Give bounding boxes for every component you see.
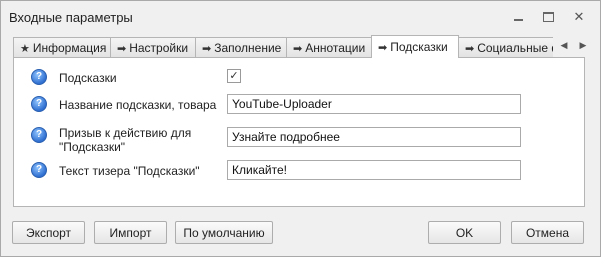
arrow-right-icon: ➡: [465, 43, 475, 55]
star-icon: ★: [20, 43, 30, 55]
dialog-window: Входные параметры ✕ ★ Информация ➡ Настрой…: [0, 0, 601, 257]
teaser-input[interactable]: [227, 160, 521, 180]
hints-label: Подсказки: [59, 71, 117, 85]
arrow-right-icon: ➡: [202, 43, 212, 55]
tab-strip: ★ Информация ➡ Настройки ➡ Заполнение ➡ Анно…: [13, 35, 553, 58]
close-button[interactable]: ✕: [570, 8, 588, 26]
tab-label: Заполнение: [214, 41, 282, 55]
help-icon[interactable]: ?: [31, 96, 47, 112]
minimize-button[interactable]: [509, 8, 527, 26]
tab-label: Информация: [32, 41, 107, 55]
cta-label: Призыв к действию для "Подсказки": [59, 126, 191, 154]
tab-settings[interactable]: ➡ Настройки: [110, 37, 206, 57]
tab-scroll-right-icon[interactable]: ▶: [577, 38, 589, 52]
hint-title-input[interactable]: [227, 94, 521, 114]
tab-label: Настройки: [129, 41, 189, 55]
close-icon: ✕: [573, 9, 585, 24]
tab-scroll-left-icon[interactable]: ◀: [558, 38, 570, 52]
maximize-icon: [542, 12, 554, 22]
tab-hints[interactable]: ➡ Подсказки: [371, 35, 459, 58]
maximize-button[interactable]: [539, 8, 557, 26]
teaser-label: Текст тизера "Подсказки": [59, 164, 200, 178]
check-icon: ✓: [229, 70, 239, 82]
help-icon[interactable]: ?: [31, 127, 47, 143]
title-bar: Входные параметры ✕: [1, 1, 600, 33]
cta-input[interactable]: [227, 127, 521, 147]
window-title: Входные параметры: [9, 10, 133, 25]
cta-label-line2: "Подсказки": [59, 140, 126, 154]
tab-annotations[interactable]: ➡ Аннотации: [286, 37, 384, 57]
hint-title-label: Название подсказки, товара: [59, 98, 217, 112]
hints-panel: ? Подсказки ✓ ? Название подсказки, това…: [13, 57, 585, 207]
tab-label: Социальные ф: [477, 41, 553, 55]
ok-button[interactable]: OK: [428, 221, 501, 244]
hints-checkbox[interactable]: ✓: [227, 69, 241, 83]
arrow-right-icon: ➡: [117, 43, 127, 55]
tab-label: Аннотации: [305, 41, 366, 55]
minimize-icon: [513, 19, 523, 21]
export-button[interactable]: Экспорт: [12, 221, 85, 244]
help-icon[interactable]: ?: [31, 69, 47, 85]
defaults-button[interactable]: По умолчанию: [175, 221, 273, 244]
arrow-right-icon: ➡: [293, 43, 303, 55]
cta-label-line1: Призыв к действию для: [59, 126, 192, 140]
tab-info[interactable]: ★ Информация: [13, 37, 118, 57]
help-icon[interactable]: ?: [31, 162, 47, 178]
import-button[interactable]: Импорт: [94, 221, 167, 244]
cancel-button[interactable]: Отмена: [511, 221, 584, 244]
tab-label: Подсказки: [390, 40, 448, 54]
tab-social[interactable]: ➡ Социальные ф: [458, 37, 553, 57]
arrow-right-icon: ➡: [378, 42, 388, 54]
